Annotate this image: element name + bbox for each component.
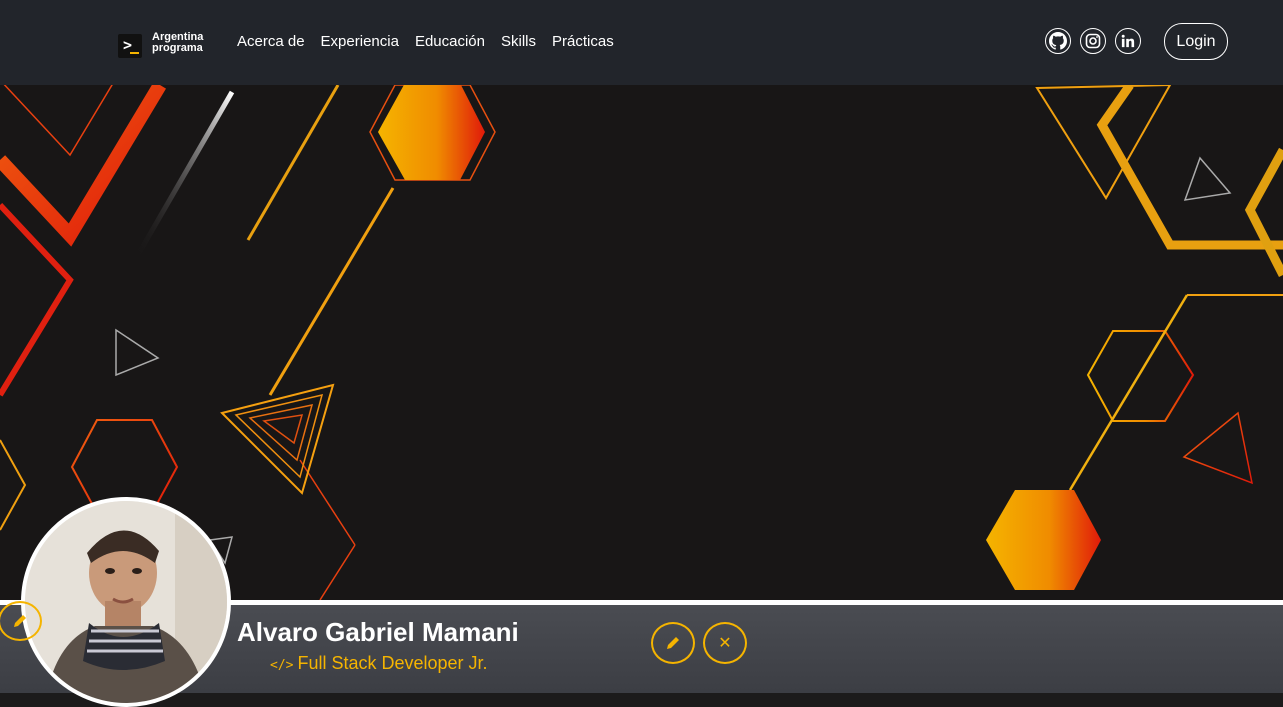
nav-item-educacion[interactable]: Educación bbox=[415, 33, 485, 50]
profile-photo bbox=[25, 501, 227, 703]
terminal-prompt-icon: > bbox=[118, 34, 142, 58]
delete-profile-button[interactable]: ✕ bbox=[703, 622, 747, 664]
navbar: > Argentina programa Acerca de Experienc… bbox=[0, 0, 1283, 85]
edit-banner-button[interactable] bbox=[0, 601, 42, 641]
login-button[interactable]: Login bbox=[1164, 23, 1228, 60]
nav-item-experiencia[interactable]: Experiencia bbox=[321, 33, 399, 50]
instagram-icon[interactable] bbox=[1080, 28, 1106, 54]
nav-item-practicas[interactable]: Prácticas bbox=[552, 33, 614, 50]
close-icon: ✕ bbox=[718, 635, 732, 652]
pencil-icon bbox=[14, 615, 26, 627]
argentina-programa-logo[interactable]: > Argentina programa bbox=[118, 31, 208, 59]
pencil-icon bbox=[667, 637, 679, 649]
nav-item-acerca-de[interactable]: Acerca de bbox=[237, 33, 305, 50]
linkedin-icon[interactable] bbox=[1115, 28, 1141, 54]
profile-name: Alvaro Gabriel Mamani bbox=[237, 617, 519, 647]
nav-item-skills[interactable]: Skills bbox=[501, 33, 536, 50]
github-icon[interactable] bbox=[1045, 28, 1071, 54]
profile-role: </> Full Stack Developer Jr. bbox=[270, 653, 488, 674]
code-icon: </> bbox=[270, 658, 294, 673]
logo-line2: programa bbox=[152, 42, 203, 54]
edit-profile-button[interactable] bbox=[651, 622, 695, 664]
logo-text: Argentina programa bbox=[152, 32, 203, 54]
nav-links: Acerca de Experiencia Educación Skills P… bbox=[237, 33, 614, 50]
profile-role-text: Full Stack Developer Jr. bbox=[297, 653, 488, 673]
profile-avatar[interactable] bbox=[21, 497, 231, 707]
